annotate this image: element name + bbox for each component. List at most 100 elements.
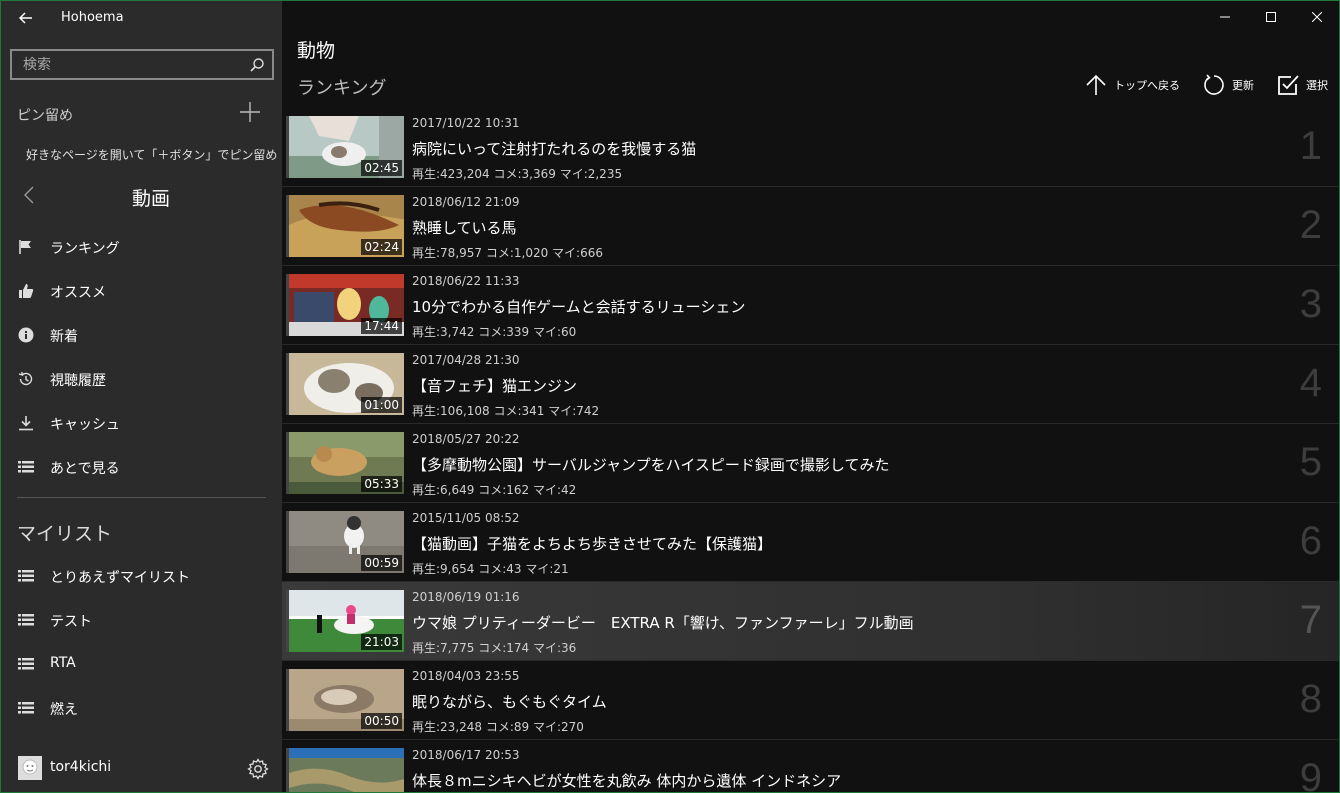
user-name[interactable]: tor4kichi [50,759,111,775]
mylist-item-label: とりあえずマイリスト [50,570,190,586]
nav-item-ranking[interactable]: ランキング [1,225,282,269]
main-content: 動物 ランキング トップへ戻る 更新 選択 02:45 2017/10/22 1… [282,1,1339,793]
video-thumbnail: 05:33 [286,432,404,494]
title-bar: Hohoema [1,1,282,35]
minimize-button[interactable] [1202,1,1248,33]
mylist-item[interactable]: 燃え [1,686,282,730]
flag-icon [18,239,34,255]
nav-list: ランキング オススメ 新着 視聴履歴 キャッシュ あとで見る [1,225,282,489]
nav-item-recommended[interactable]: オススメ [1,269,282,313]
rank-number: 9 [1299,756,1322,793]
video-duration: 01:00 [361,397,402,413]
nav-item-new[interactable]: 新着 [1,313,282,357]
video-date: 2018/04/03 23:55 [412,669,520,683]
search-box[interactable] [10,49,274,80]
video-duration: 00:50 [361,713,402,729]
video-date: 2018/05/27 20:22 [412,432,520,446]
video-stats: 再生:423,204 コメ:3,369 マイ:2,235 [412,167,623,181]
video-thumbnail: 01:00 [286,353,404,415]
mylist-title: マイリスト [17,523,113,545]
video-duration: 05:33 [361,476,402,492]
video-row[interactable]: 00:50 2018/04/03 23:55 眠りながら、もぐもぐタイム 再生:… [282,661,1339,740]
minimize-icon [1220,16,1230,18]
video-thumbnail: 00:50 [286,669,404,731]
video-thumbnail [286,748,404,792]
video-duration: 02:45 [361,160,402,176]
select-button[interactable]: 選択 [1276,73,1328,97]
search-input[interactable] [12,51,242,78]
page-subtitle: ランキング [297,78,387,99]
video-title: 【多摩動物公園】サーバルジャンプをハイスピード録画で撮影してみた [412,456,890,474]
video-thumbnail: 00:59 [286,511,404,573]
video-row-selected[interactable]: 21:03 2018/06/19 01:16 ウマ娘 プリティーダービー EXT… [282,582,1339,661]
arrow-up-icon [1084,73,1108,97]
video-row[interactable]: 02:45 2017/10/22 10:31 病院にいって注射打たれるのを我慢す… [282,108,1339,187]
mylist-item-label: RTA [50,655,76,671]
chevron-left-icon[interactable] [19,184,41,206]
list-icon [18,459,34,475]
nav-item-history[interactable]: 視聴履歴 [1,357,282,401]
maximize-button[interactable] [1248,1,1294,33]
arrow-left-icon [19,12,32,24]
page-title: 動物 [297,40,336,62]
nav-item-label: キャッシュ [50,417,120,433]
mylist-item[interactable]: とりあえずマイリスト [1,554,282,598]
video-row[interactable]: 2018/06/17 20:53 体長８mニシキヘビが女性を丸飲み 体内から遺体… [282,740,1339,793]
video-duration: 21:03 [361,634,402,650]
window-controls [1202,1,1339,33]
video-row[interactable]: 01:00 2017/04/28 21:30 【音フェチ】猫エンジン 再生:10… [282,345,1339,424]
video-date: 2018/06/19 01:16 [412,590,520,604]
close-icon [1312,12,1322,22]
video-row[interactable]: 17:44 2018/06/22 11:33 10分でわかる自作ゲームと会話する… [282,266,1339,345]
info-icon [18,327,34,343]
video-thumbnail: 21:03 [286,590,404,652]
mylist-item[interactable]: テスト [1,598,282,642]
close-button[interactable] [1294,1,1339,33]
checkbox-icon [1276,73,1300,97]
nav-item-label: ランキング [50,241,120,257]
select-label: 選択 [1306,79,1328,92]
gear-icon[interactable] [246,757,270,781]
video-title: 【猫動画】子猫をよちよち歩きさせてみた【保護猫】 [412,535,773,553]
video-date: 2017/04/28 21:30 [412,353,520,367]
nav-item-label: オススメ [50,285,106,301]
rank-number: 5 [1299,440,1322,484]
video-duration: 17:44 [361,318,402,334]
video-thumbnail: 02:45 [286,116,404,178]
maximize-icon [1266,12,1276,22]
plus-icon[interactable] [237,99,263,125]
video-date: 2015/11/05 08:52 [412,511,520,525]
video-row[interactable]: 02:24 2018/06/12 21:09 熟睡している馬 再生:78,957… [282,187,1339,266]
app-title: Hohoema [61,10,124,25]
video-row[interactable]: 00:59 2015/11/05 08:52 【猫動画】子猫をよちよち歩きさせて… [282,503,1339,582]
search-icon[interactable] [248,56,266,74]
video-stats: 再生:6,649 コメ:162 マイ:42 [412,483,577,497]
video-date: 2018/06/17 20:53 [412,748,520,762]
video-row[interactable]: 05:33 2018/05/27 20:22 【多摩動物公園】サーバルジャンプを… [282,424,1339,503]
avatar[interactable] [18,756,42,780]
video-title: 10分でわかる自作ゲームと会話するリューシェン [412,298,746,316]
video-stats: 再生:3,742 コメ:339 マイ:60 [412,325,577,339]
list-icon [18,612,34,628]
mylist-item-label: テスト [50,614,92,630]
refresh-button[interactable]: 更新 [1202,73,1254,97]
nav-item-cache[interactable]: キャッシュ [1,401,282,445]
rank-number: 6 [1299,519,1322,563]
video-title: 体長８mニシキヘビが女性を丸飲み 体内から遺体 インドネシア [412,772,842,790]
download-icon [18,415,34,431]
rank-number: 3 [1299,282,1322,326]
back-to-top-button[interactable]: トップへ戻る [1084,73,1180,97]
account-footer: tor4kichi [1,747,282,791]
rank-number: 1 [1299,124,1322,168]
mylist-item[interactable]: RTA [1,642,282,686]
nav-item-watch-later[interactable]: あとで見る [1,445,282,489]
refresh-icon [1202,73,1226,97]
video-stats: 再生:78,957 コメ:1,020 マイ:666 [412,246,604,260]
pin-section-header: ピン留め [1,97,282,129]
pin-hint: 好きなページを開いて「＋ボタン」でピン留め [26,148,278,162]
video-stats: 再生:7,775 コメ:174 マイ:36 [412,641,577,655]
video-duration: 02:24 [361,239,402,255]
thumbs-up-icon [18,283,34,299]
nav-group-header: 動画 [1,176,282,216]
back-button[interactable] [13,7,39,29]
